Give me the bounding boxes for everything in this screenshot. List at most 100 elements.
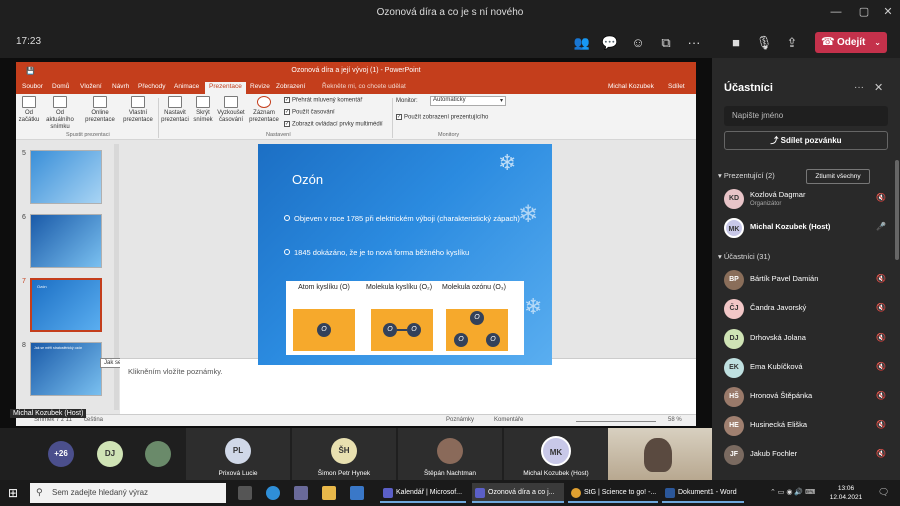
participant-name: Drhovská Jolana	[750, 333, 806, 342]
overflow-tile[interactable]: +26	[40, 428, 84, 480]
slide-title: Ozón	[292, 172, 324, 187]
comments-toggle[interactable]: Komentáře	[494, 417, 523, 423]
participant-row[interactable]: JF Jakub Fochler 🔇	[722, 442, 890, 468]
maximize-button[interactable]: ▢	[854, 4, 874, 20]
minimize-button[interactable]: —	[826, 4, 846, 20]
panel-scrollbar[interactable]	[895, 160, 899, 260]
video-tile[interactable]: ŠH Šimon Petr Hynek	[292, 428, 396, 480]
notes-pane[interactable]: Klikněním vložíte poznámky.	[120, 358, 696, 410]
rehearse-timings-button[interactable]: Vyzkoušet časování	[216, 96, 246, 132]
slide-thumbnail-6[interactable]	[30, 214, 102, 268]
taskbar-search-input[interactable]: ⚲ Sem zadejte hledaný výraz	[30, 483, 226, 503]
hide-slide-button[interactable]: Skrýt snímek	[192, 96, 214, 132]
current-slide[interactable]: ❄ ❄ ❄ Ozón Objeven v roce 1785 při elekt…	[258, 144, 552, 365]
ppt-share-button[interactable]: Sdílet	[668, 83, 685, 90]
close-panel-icon[interactable]: ✕	[874, 81, 883, 94]
teams-icon	[383, 488, 393, 498]
tab-navrh[interactable]: Návrh	[112, 83, 129, 90]
share-screen-icon[interactable]: ⇪	[780, 33, 804, 53]
participant-row[interactable]: EK Ema Kubíčková 🔇	[722, 355, 890, 381]
tab-animace[interactable]: Animace	[174, 83, 199, 90]
video-tile[interactable]	[136, 428, 180, 480]
avatar: BP	[724, 270, 744, 290]
participants-icon[interactable]: 👥	[570, 33, 594, 53]
mail-icon[interactable]	[350, 486, 364, 500]
presenters-header[interactable]: ▾ Prezentující (2)	[718, 171, 775, 180]
system-tray-icons[interactable]: ⌃ ▭ ◉ 🔊 ⌨	[770, 488, 815, 496]
tab-prezentace[interactable]: Prezentace	[205, 82, 246, 94]
tab-vlozeni[interactable]: Vložení	[80, 83, 102, 90]
slide-thumbnail-7[interactable]: Ozón	[30, 278, 102, 332]
avatar: EK	[724, 358, 744, 378]
o3-label: Molekula ozónu (O₃)	[442, 284, 506, 291]
use-timings-checkbox[interactable]: ✓ Použít časování	[284, 109, 335, 116]
setup-show-button[interactable]: Nastavit prezentaci	[160, 96, 190, 132]
thumb-number: 8	[22, 342, 26, 349]
participant-row[interactable]: HŠ Hronová Štěpánka 🔇	[722, 384, 890, 410]
close-window-button[interactable]: ✕	[878, 4, 898, 20]
share-invite-button[interactable]: ⤴ Sdílet pozvánku	[724, 131, 888, 150]
video-tile[interactable]: PL Prixová Lucie	[186, 428, 290, 480]
ppt-window-title: Ozonová díra a její vývoj (1) - PowerPoi…	[291, 67, 421, 74]
from-start-button[interactable]: Od začátku	[18, 96, 40, 132]
media-controls-checkbox[interactable]: ✓ Zobrazit ovládací prvky multimédií	[284, 121, 383, 128]
zoom-slider[interactable]	[576, 421, 656, 422]
leave-button[interactable]: ☎ Odejít ⌄	[815, 32, 887, 53]
camera-icon[interactable]: ■	[724, 33, 748, 53]
tab-soubor[interactable]: Soubor	[22, 83, 43, 90]
thumb-scrollbar[interactable]	[114, 144, 119, 410]
play-narrations-checkbox[interactable]: ✓ Přehrát mluvený komentář	[284, 97, 362, 104]
taskbar-clock[interactable]: 13:06 12.04.2021	[826, 484, 866, 502]
chat-icon[interactable]: 💬	[598, 33, 622, 53]
mic-muted-icon[interactable]: 🎙	[752, 33, 776, 53]
slide-thumbnail-5[interactable]	[30, 150, 102, 204]
search-icon: ⚲	[36, 487, 43, 497]
zoom-level[interactable]: 58 %	[668, 417, 682, 423]
online-presentation-button[interactable]: Online prezentace	[82, 96, 118, 132]
video-tile[interactable]: Štěpán Nachtman	[398, 428, 502, 480]
notes-toggle[interactable]: Poznámky	[446, 417, 474, 423]
online-icon	[93, 96, 107, 108]
participant-row[interactable]: ČJ Čandra Javorský 🔇	[722, 296, 890, 322]
participant-row[interactable]: BP Bártík Pavel Damián 🔇	[722, 267, 890, 293]
taskbar-app-word[interactable]: Dokument1 - Word	[662, 483, 744, 503]
from-current-button[interactable]: Od aktuálního snímku	[42, 96, 78, 132]
rooms-icon[interactable]: ⧉	[654, 33, 678, 53]
tab-revize[interactable]: Revize	[250, 83, 270, 90]
slide-thumbnail-8[interactable]: Jak se měří stratosférický ozón	[30, 342, 102, 396]
task-view-icon[interactable]	[238, 486, 252, 500]
self-video-tile[interactable]	[608, 428, 712, 480]
participant-row[interactable]: KD Kozlová Dagmar Organizátor 🔇	[722, 186, 890, 212]
monitor-select[interactable]: Automaticky ▾	[430, 96, 506, 106]
record-show-button[interactable]: Záznam prezentace	[248, 96, 280, 132]
tile-name: Michal Kozubek (Host)	[523, 470, 589, 477]
notifications-icon[interactable]: 🗨	[878, 487, 889, 498]
attendees-header[interactable]: ▾ Účastníci (31)	[718, 252, 770, 261]
participant-row[interactable]: HE Husinecká Eliška 🔇	[722, 413, 890, 439]
mute-all-button[interactable]: Ztlumit všechny	[806, 169, 870, 184]
taskbar-app-calendar[interactable]: Kalendář | Microsof...	[380, 483, 466, 503]
custom-show-button[interactable]: Vlastní prezentace	[120, 96, 156, 132]
video-tile[interactable]: DJ	[88, 428, 132, 480]
windows-start-icon[interactable]: ⊞	[8, 486, 18, 500]
tab-zobrazeni[interactable]: Zobrazení	[276, 83, 305, 90]
participant-row[interactable]: MK Michal Kozubek (Host) 🎤	[722, 215, 890, 241]
chevron-down-icon[interactable]: ⌄	[874, 32, 881, 53]
video-tile[interactable]: MK Michal Kozubek (Host)	[504, 428, 608, 480]
tell-me-search[interactable]: Řekněte mi, co chcete udělat	[322, 83, 406, 90]
reactions-icon[interactable]: ☺	[626, 33, 650, 53]
participant-row[interactable]: DJ Drhovská Jolana 🔇	[722, 326, 890, 352]
participant-search-input[interactable]: Napište jméno	[724, 106, 888, 126]
language-indicator[interactable]: čeština	[84, 417, 103, 423]
taskbar-app-chrome[interactable]: StG | Science to go! -...	[568, 483, 658, 503]
more-options-icon[interactable]: ···	[854, 82, 864, 93]
taskbar-app-teams-meeting[interactable]: Ozonová díra a co j...	[472, 483, 564, 503]
edge-icon[interactable]	[266, 486, 280, 500]
ppt-ribbon: Od začátku Od aktuálního snímku Online p…	[16, 94, 696, 140]
more-actions-icon[interactable]: ···	[682, 33, 706, 53]
store-icon[interactable]	[294, 486, 308, 500]
file-explorer-icon[interactable]	[322, 486, 336, 500]
tab-domu[interactable]: Domů	[52, 83, 69, 90]
presenter-view-checkbox[interactable]: ✓ Použít zobrazení prezentujícího	[396, 114, 488, 121]
tab-prechody[interactable]: Přechody	[138, 83, 165, 90]
